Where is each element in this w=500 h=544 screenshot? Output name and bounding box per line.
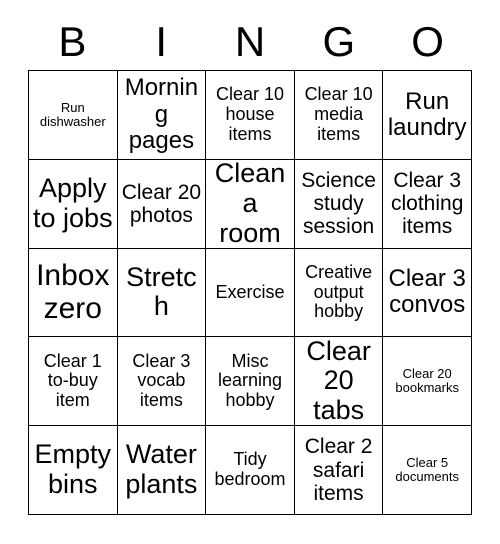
- bingo-cell-label: Misc learning hobby: [217, 350, 283, 411]
- bingo-cell-label: Inbox zero: [36, 259, 110, 326]
- bingo-cell[interactable]: Inbox zero: [29, 248, 118, 338]
- bingo-cell[interactable]: Clear 20 bookmarks: [383, 337, 472, 427]
- bingo-card: B I N G O Run dishwasher Morning pages C…: [0, 0, 500, 544]
- bingo-cell[interactable]: Clear 1 to-buy item: [29, 337, 118, 427]
- bingo-header-letter-i: I: [155, 18, 168, 65]
- bingo-cell[interactable]: Stretch: [117, 248, 207, 338]
- bingo-cell-label: Apply to jobs: [33, 173, 113, 233]
- bingo-cell[interactable]: Clear 3 clothing items: [383, 159, 472, 249]
- bingo-cell-label: Clear 5 documents: [395, 454, 459, 485]
- bingo-cell-label: Morning pages: [124, 74, 199, 155]
- bingo-cell-label: Clear 20 photos: [121, 180, 202, 227]
- bingo-cell-label: Clear 3 vocab items: [132, 350, 191, 411]
- bingo-cell[interactable]: Run dishwasher: [29, 71, 118, 160]
- bingo-cell-label: Clear 3 clothing items: [390, 169, 464, 239]
- bingo-cell[interactable]: Clear 5 documents: [383, 426, 472, 515]
- bingo-cell-label: Clear 2 safari items: [304, 435, 373, 505]
- bingo-cell-label: Clear 20 tabs: [306, 337, 371, 426]
- bingo-cell-label: Clear 1 to-buy item: [43, 350, 102, 411]
- bingo-cell-label: Water plants: [125, 439, 198, 500]
- bingo-cell[interactable]: Clear 3 convos: [383, 248, 472, 338]
- bingo-cell[interactable]: Clear 3 vocab items: [117, 337, 207, 427]
- bingo-cell-label: Clear 20 bookmarks: [395, 365, 459, 396]
- bingo-header-letter-b: B: [58, 18, 87, 65]
- bingo-cell-label: Creative output hobby: [305, 261, 373, 322]
- bingo-cell[interactable]: Creative output hobby: [294, 248, 384, 338]
- bingo-header-row: B I N G O: [28, 14, 472, 70]
- bingo-cell-label: Clean a room: [214, 159, 286, 248]
- bingo-cell[interactable]: Clear 2 safari items: [294, 426, 384, 515]
- bingo-cell[interactable]: Misc learning hobby: [206, 337, 295, 427]
- bingo-cell-label: Clear 10 house items: [215, 84, 285, 144]
- bingo-cell-label: Clear 3 convos: [388, 265, 466, 319]
- bingo-cell[interactable]: Empty bins: [29, 426, 118, 515]
- bingo-cell-label: Clear 10 media items: [304, 84, 373, 144]
- bingo-cell-label: Empty bins: [34, 439, 112, 500]
- bingo-cell[interactable]: Apply to jobs: [29, 159, 118, 249]
- bingo-cell[interactable]: Morning pages: [117, 71, 207, 160]
- bingo-header-letter-g: G: [322, 18, 356, 65]
- bingo-cell[interactable]: Science study session: [294, 159, 384, 249]
- bingo-cell[interactable]: Water plants: [117, 426, 207, 515]
- bingo-grid: Run dishwasher Morning pages Clear 10 ho…: [28, 70, 472, 515]
- bingo-cell[interactable]: Clean a room: [206, 159, 295, 249]
- bingo-header-letter-o: O: [411, 18, 444, 65]
- bingo-cell[interactable]: Clear 20 photos: [117, 159, 207, 249]
- bingo-cell[interactable]: Exercise: [206, 248, 295, 338]
- bingo-cell-label: Stretch: [126, 261, 197, 322]
- bingo-cell[interactable]: Clear 20 tabs: [294, 337, 384, 427]
- bingo-cell-label: Science study session: [301, 169, 376, 239]
- bingo-cell-label: Run laundry: [387, 87, 467, 141]
- bingo-cell-label: Exercise: [215, 281, 285, 302]
- bingo-header-letter-n: N: [234, 18, 266, 65]
- bingo-cell[interactable]: Clear 10 media items: [294, 71, 384, 160]
- bingo-cell[interactable]: Tidy bedroom: [206, 426, 295, 515]
- bingo-cell[interactable]: Clear 10 house items: [206, 71, 295, 160]
- bingo-cell[interactable]: Run laundry: [383, 71, 472, 160]
- bingo-cell-label: Tidy bedroom: [214, 449, 286, 490]
- bingo-cell-label: Run dishwasher: [39, 99, 106, 129]
